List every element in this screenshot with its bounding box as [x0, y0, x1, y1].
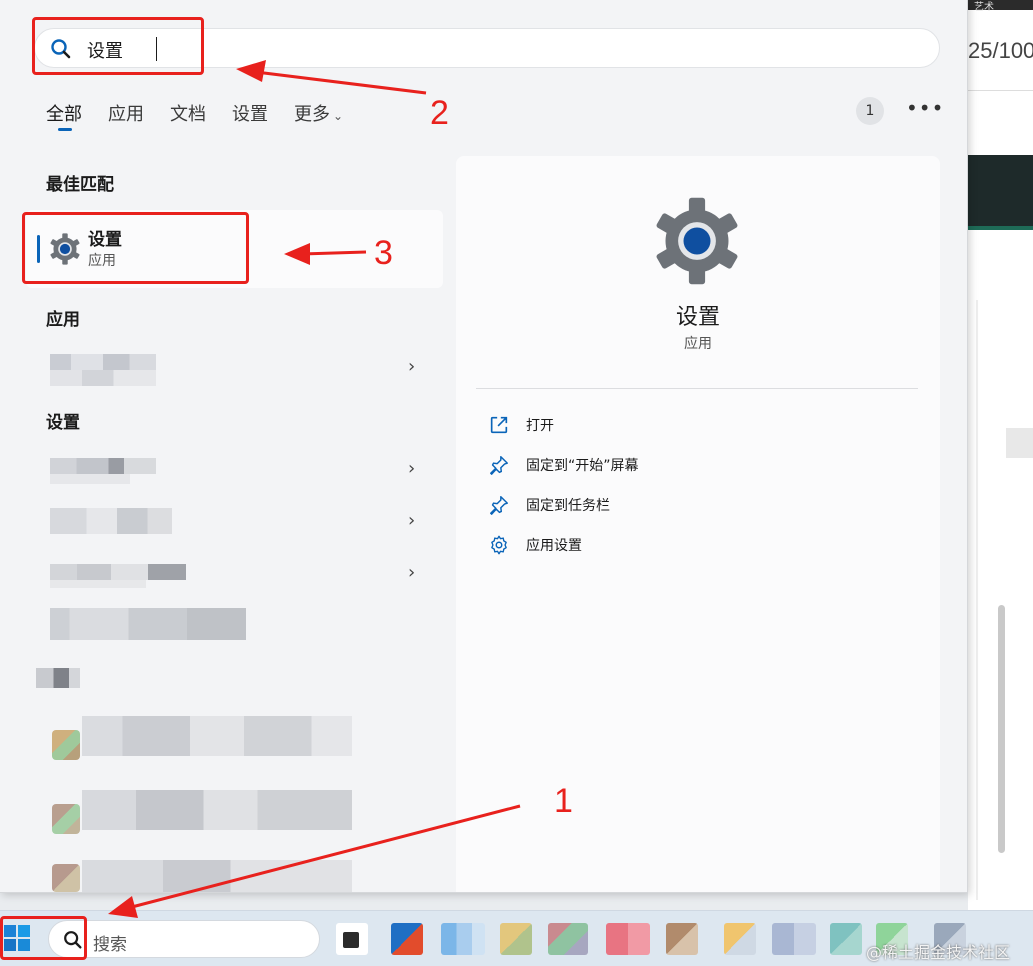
blurred-content	[50, 508, 172, 534]
list-item[interactable]: ›	[46, 448, 436, 492]
blurred-content	[50, 580, 146, 588]
blurred-content	[50, 458, 156, 474]
store-app-icon[interactable]	[391, 923, 423, 955]
section-title-settings: 设置	[46, 413, 80, 433]
taskbar-search-box[interactable]: 搜索	[48, 920, 320, 958]
background-app-banner	[968, 155, 1033, 230]
taskbar-app-icon[interactable]	[441, 923, 485, 955]
list-item[interactable]	[36, 660, 436, 704]
tab-more-label: 更多	[294, 104, 330, 125]
list-item[interactable]: ›	[46, 552, 436, 596]
task-view-glyph	[343, 932, 359, 948]
annotation-number-3: 3	[374, 234, 393, 272]
background-app-window: 艺术 25/100	[968, 0, 1033, 910]
annotation-box-best-match	[22, 212, 249, 284]
chevron-right-icon: ›	[408, 562, 416, 583]
section-title-best-match: 最佳匹配	[46, 175, 114, 195]
more-options-icon[interactable]: •••	[906, 96, 944, 120]
blurred-content	[82, 790, 352, 830]
list-item[interactable]	[46, 604, 436, 648]
tab-documents[interactable]: 文档	[170, 100, 206, 130]
divider	[968, 90, 1033, 91]
blurred-content	[50, 370, 156, 386]
blurred-content	[36, 668, 80, 688]
taskbar-app-icon[interactable]	[772, 923, 816, 955]
scrollbar[interactable]	[998, 605, 1005, 853]
action-label: 应用设置	[526, 538, 582, 554]
detail-title: 设置	[675, 305, 720, 330]
taskbar-app-icon[interactable]	[666, 923, 698, 955]
taskbar-app-icon[interactable]	[500, 923, 532, 955]
start-search-panel: 设置 全部 应用 文档 设置 更多 ⌄ 1 ••• 最佳匹配 设置 应用 应用 …	[0, 0, 968, 893]
list-item[interactable]	[46, 858, 436, 892]
pin-icon	[490, 496, 508, 515]
blurred-content	[50, 564, 186, 580]
blurred-content	[82, 860, 352, 892]
tab-more[interactable]: 更多 ⌄	[294, 100, 343, 130]
watermark: @稀土掘金技术社区	[866, 943, 1011, 962]
tab-settings[interactable]: 设置	[232, 100, 268, 130]
settings-gear-icon	[656, 197, 738, 285]
list-item[interactable]: ›	[46, 500, 436, 544]
background-app-titlebar: 艺术	[968, 0, 1033, 13]
list-item[interactable]: ›	[46, 346, 436, 390]
list-item[interactable]	[46, 712, 436, 760]
pin-icon	[490, 456, 508, 475]
chevron-right-icon: ›	[408, 458, 416, 479]
taskbar-app-icon[interactable]	[606, 923, 650, 955]
action-label: 打开	[526, 418, 554, 434]
app-icon	[52, 804, 80, 834]
annotation-number-2: 2	[430, 94, 449, 132]
chevron-right-icon: ›	[408, 356, 416, 377]
detail-pane: 设置 应用 打开 固定到“开始”屏幕 固定到任务栏 应用设置	[456, 156, 940, 892]
action-label: 固定到“开始”屏幕	[526, 458, 639, 474]
section-title-apps: 应用	[46, 310, 80, 330]
blurred-content	[50, 608, 246, 640]
tab-all[interactable]: 全部	[46, 100, 82, 131]
blurred-content	[82, 716, 352, 756]
filter-tabs: 全部 应用 文档 设置 更多 ⌄	[46, 100, 369, 131]
annotation-box-taskbar-search	[0, 916, 87, 960]
taskbar-app-icon[interactable]	[830, 923, 862, 955]
chevron-right-icon: ›	[408, 510, 416, 531]
taskbar-app-icon[interactable]	[548, 923, 588, 955]
task-view-icon[interactable]	[336, 923, 368, 955]
detail-subtitle: 应用	[684, 336, 712, 352]
open-external-icon	[490, 416, 508, 434]
rewards-badge[interactable]: 1	[856, 97, 884, 125]
taskbar-app-icon[interactable]	[724, 923, 756, 955]
app-icon	[52, 864, 80, 892]
app-icon	[52, 730, 80, 760]
annotation-number-1: 1	[554, 782, 573, 820]
divider	[476, 388, 918, 389]
tab-apps[interactable]: 应用	[108, 100, 144, 130]
annotation-box-search	[32, 17, 204, 75]
background-app-block	[1006, 428, 1033, 458]
taskbar: 搜索 @稀土掘金技术社区	[0, 910, 1033, 966]
taskbar-search-placeholder: 搜索	[93, 935, 127, 955]
list-item[interactable]	[46, 788, 436, 834]
action-label: 固定到任务栏	[526, 498, 610, 514]
blurred-content	[50, 354, 156, 370]
background-app-top-text: 艺术	[974, 2, 994, 13]
divider	[976, 300, 978, 900]
chevron-down-icon: ⌄	[333, 109, 344, 123]
page-indicator: 25/100	[968, 38, 1033, 63]
blurred-content	[50, 474, 130, 484]
gear-icon	[491, 535, 507, 555]
